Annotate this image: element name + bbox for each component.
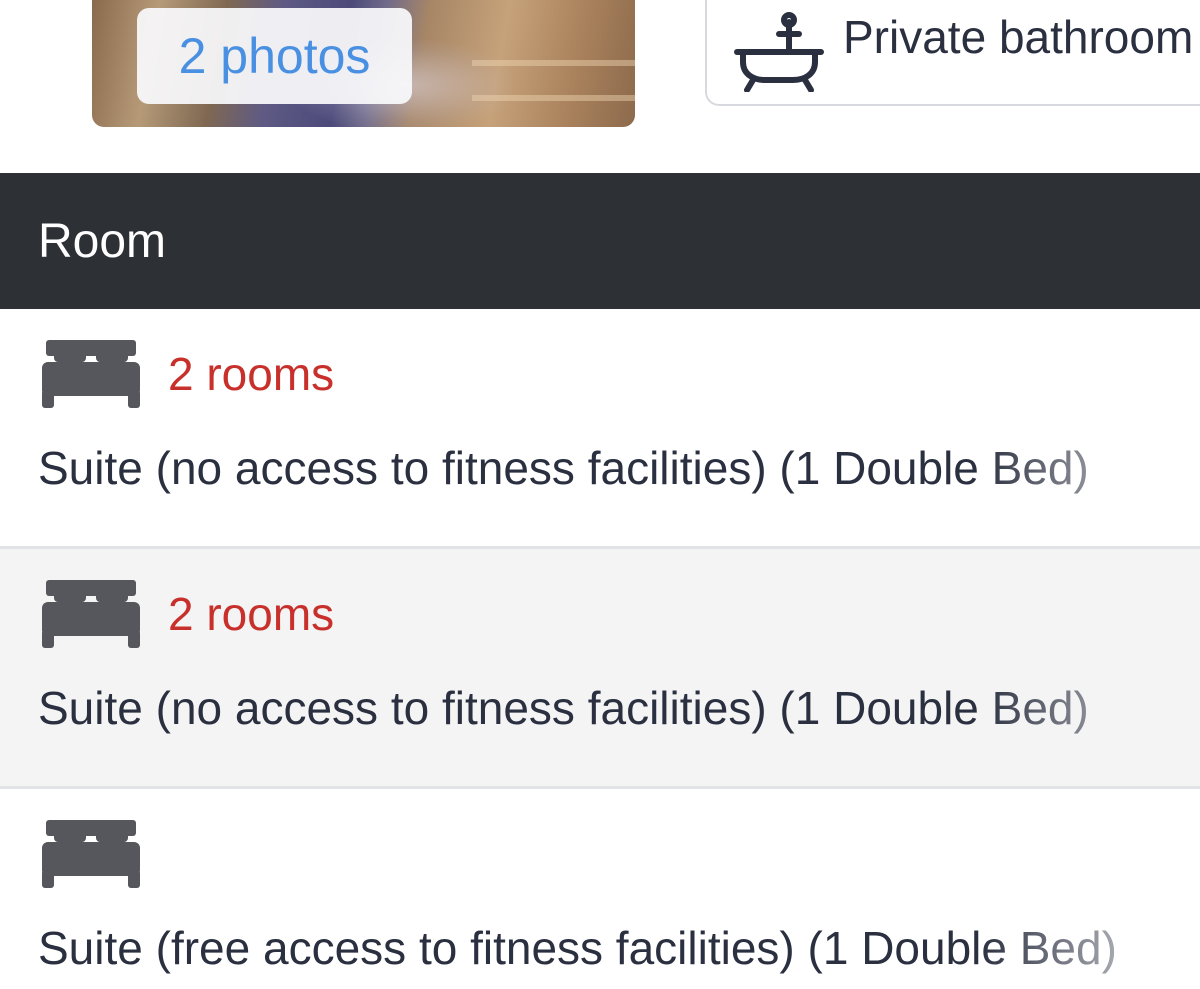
bed-icon xyxy=(42,820,140,888)
room-count-line: 2 rooms xyxy=(40,579,334,649)
column-header-room: Room xyxy=(38,214,167,268)
room-type-name[interactable]: Suite (free access to fitness facilities… xyxy=(38,921,1117,975)
room-count-line: 2 rooms xyxy=(40,339,334,409)
bed-icon xyxy=(42,340,140,408)
bathtub-icon xyxy=(734,12,824,92)
facility-label: Private bathroom xyxy=(843,11,1194,63)
room-count: 2 rooms xyxy=(168,588,335,640)
room-type-name[interactable]: Suite (no access to fitness facilities) … xyxy=(38,441,1089,495)
room-count-line xyxy=(40,819,168,889)
facility-chip-private-bathroom: Private bathroom xyxy=(705,0,1200,106)
photos-count-button[interactable]: 2 photos xyxy=(137,8,412,104)
photo-detail xyxy=(472,95,635,101)
room-count: 2 rooms xyxy=(168,348,335,400)
photo-detail xyxy=(472,60,635,66)
table-row[interactable]: 2 rooms Suite (no access to fitness faci… xyxy=(0,549,1200,789)
table-row[interactable]: Suite (free access to fitness facilities… xyxy=(0,789,1200,989)
bed-icon xyxy=(42,580,140,648)
table-row[interactable]: 2 rooms Suite (no access to fitness faci… xyxy=(0,309,1200,549)
room-type-name[interactable]: Suite (no access to fitness facilities) … xyxy=(38,681,1089,735)
room-table-header: Room xyxy=(0,173,1200,309)
